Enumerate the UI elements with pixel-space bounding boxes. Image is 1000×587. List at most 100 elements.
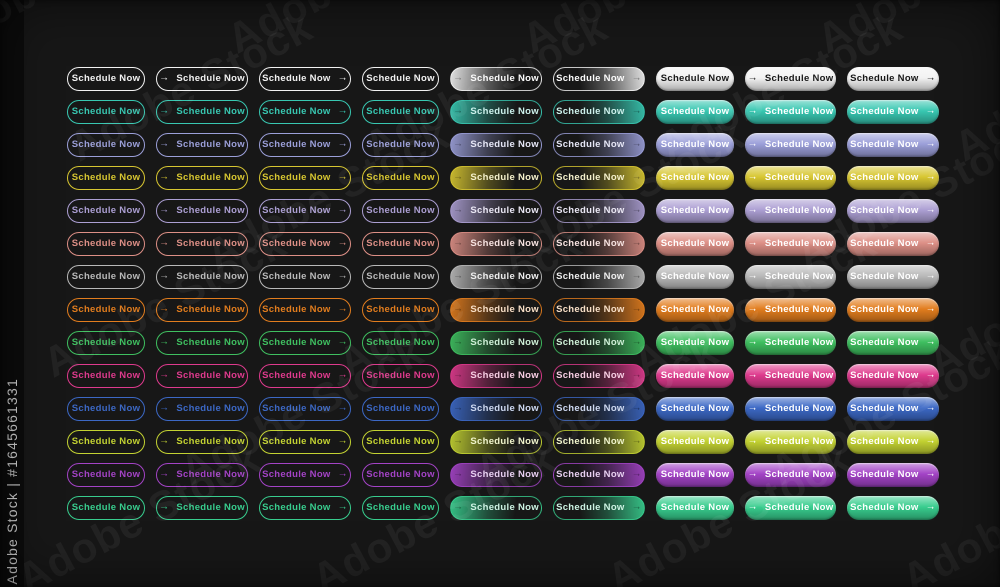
schedule-now-button-white-solid-arrow-leading[interactable]: → Schedule Now <box>745 67 836 91</box>
schedule-now-button-salmon-solid-arrow-trailing[interactable]: Schedule Now → <box>847 232 939 256</box>
schedule-now-button-periwinkle-outline-thin[interactable]: Schedule Now <box>362 133 439 157</box>
schedule-now-button-magenta-gradient-glow-leading[interactable]: → Schedule Now <box>450 364 542 388</box>
schedule-now-button-teal-solid-arrow-leading[interactable]: → Schedule Now <box>745 100 836 124</box>
schedule-now-button-orange-gradient-glow-leading[interactable]: → Schedule Now <box>450 298 542 322</box>
schedule-now-button-yellow-outline-arrow-trailing[interactable]: Schedule Now → <box>259 166 351 190</box>
schedule-now-button-green-solid[interactable]: Schedule Now <box>656 331 734 355</box>
schedule-now-button-green-outline-arrow-leading[interactable]: → Schedule Now <box>156 331 248 355</box>
schedule-now-button-violet-outline-arrow-leading[interactable]: → Schedule Now <box>156 463 248 487</box>
schedule-now-button-blue-solid-arrow-trailing[interactable]: Schedule Now → <box>847 397 939 421</box>
schedule-now-button-teal-outline-arrow-trailing[interactable]: Schedule Now → <box>259 100 351 124</box>
schedule-now-button-lime-solid-arrow-leading[interactable]: → Schedule Now <box>745 430 836 454</box>
schedule-now-button-blue-outline-thin[interactable]: Schedule Now <box>362 397 439 421</box>
schedule-now-button-magenta-outline[interactable]: Schedule Now <box>67 364 145 388</box>
schedule-now-button-white-solid-arrow-trailing[interactable]: Schedule Now → <box>847 67 939 91</box>
schedule-now-button-emerald-solid-arrow-leading[interactable]: → Schedule Now <box>745 496 836 520</box>
schedule-now-button-teal-solid[interactable]: Schedule Now <box>656 100 734 124</box>
schedule-now-button-violet-solid-arrow-trailing[interactable]: Schedule Now → <box>847 463 939 487</box>
schedule-now-button-white-solid[interactable]: Schedule Now <box>656 67 734 91</box>
schedule-now-button-magenta-gradient-glow-trailing[interactable]: Schedule Now → <box>553 364 645 388</box>
schedule-now-button-magenta-solid-arrow-leading[interactable]: → Schedule Now <box>745 364 836 388</box>
schedule-now-button-yellow-gradient-glow-trailing[interactable]: Schedule Now → <box>553 166 645 190</box>
schedule-now-button-lavender-outline-thin[interactable]: Schedule Now <box>362 199 439 223</box>
schedule-now-button-emerald-outline-thin[interactable]: Schedule Now <box>362 496 439 520</box>
schedule-now-button-silver-outline-arrow-leading[interactable]: → Schedule Now <box>156 265 248 289</box>
schedule-now-button-emerald-outline[interactable]: Schedule Now <box>67 496 145 520</box>
schedule-now-button-yellow-gradient-glow-leading[interactable]: → Schedule Now <box>450 166 542 190</box>
schedule-now-button-lavender-gradient-glow-leading[interactable]: → Schedule Now <box>450 199 542 223</box>
schedule-now-button-green-solid-arrow-leading[interactable]: → Schedule Now <box>745 331 836 355</box>
schedule-now-button-orange-solid[interactable]: Schedule Now <box>656 298 734 322</box>
schedule-now-button-periwinkle-outline[interactable]: Schedule Now <box>67 133 145 157</box>
schedule-now-button-lavender-outline-arrow-trailing[interactable]: Schedule Now → <box>259 199 351 223</box>
schedule-now-button-violet-outline-thin[interactable]: Schedule Now <box>362 463 439 487</box>
schedule-now-button-silver-solid-arrow-leading[interactable]: → Schedule Now <box>745 265 836 289</box>
schedule-now-button-lime-solid[interactable]: Schedule Now <box>656 430 734 454</box>
schedule-now-button-magenta-outline-thin[interactable]: Schedule Now <box>362 364 439 388</box>
schedule-now-button-lime-gradient-glow-trailing[interactable]: Schedule Now → <box>553 430 645 454</box>
schedule-now-button-orange-outline[interactable]: Schedule Now <box>67 298 145 322</box>
schedule-now-button-yellow-outline-thin[interactable]: Schedule Now <box>362 166 439 190</box>
schedule-now-button-white-outline[interactable]: Schedule Now <box>67 67 145 91</box>
schedule-now-button-white-gradient-glow-leading[interactable]: → Schedule Now <box>450 67 542 91</box>
schedule-now-button-green-solid-arrow-trailing[interactable]: Schedule Now → <box>847 331 939 355</box>
schedule-now-button-orange-outline-arrow-leading[interactable]: → Schedule Now <box>156 298 248 322</box>
schedule-now-button-green-gradient-glow-trailing[interactable]: Schedule Now → <box>553 331 645 355</box>
schedule-now-button-blue-outline-arrow-trailing[interactable]: Schedule Now → <box>259 397 351 421</box>
schedule-now-button-blue-outline-arrow-leading[interactable]: → Schedule Now <box>156 397 248 421</box>
schedule-now-button-silver-outline[interactable]: Schedule Now <box>67 265 145 289</box>
schedule-now-button-periwinkle-solid[interactable]: Schedule Now <box>656 133 734 157</box>
schedule-now-button-emerald-solid[interactable]: Schedule Now <box>656 496 734 520</box>
schedule-now-button-orange-gradient-glow-trailing[interactable]: Schedule Now → <box>553 298 645 322</box>
schedule-now-button-yellow-solid-arrow-leading[interactable]: → Schedule Now <box>745 166 836 190</box>
schedule-now-button-magenta-outline-arrow-trailing[interactable]: Schedule Now → <box>259 364 351 388</box>
schedule-now-button-blue-solid[interactable]: Schedule Now <box>656 397 734 421</box>
schedule-now-button-violet-gradient-glow-leading[interactable]: → Schedule Now <box>450 463 542 487</box>
schedule-now-button-salmon-outline-arrow-trailing[interactable]: Schedule Now → <box>259 232 351 256</box>
schedule-now-button-orange-outline-arrow-trailing[interactable]: Schedule Now → <box>259 298 351 322</box>
schedule-now-button-teal-gradient-glow-trailing[interactable]: Schedule Now → <box>553 100 645 124</box>
schedule-now-button-orange-outline-thin[interactable]: Schedule Now <box>362 298 439 322</box>
schedule-now-button-silver-gradient-glow-trailing[interactable]: Schedule Now → <box>553 265 645 289</box>
schedule-now-button-periwinkle-outline-arrow-trailing[interactable]: Schedule Now → <box>259 133 351 157</box>
schedule-now-button-emerald-outline-arrow-leading[interactable]: → Schedule Now <box>156 496 248 520</box>
schedule-now-button-lavender-outline-arrow-leading[interactable]: → Schedule Now <box>156 199 248 223</box>
schedule-now-button-silver-solid-arrow-trailing[interactable]: Schedule Now → <box>847 265 939 289</box>
schedule-now-button-emerald-solid-arrow-trailing[interactable]: Schedule Now → <box>847 496 939 520</box>
schedule-now-button-periwinkle-solid-arrow-trailing[interactable]: Schedule Now → <box>847 133 939 157</box>
schedule-now-button-lime-gradient-glow-leading[interactable]: → Schedule Now <box>450 430 542 454</box>
schedule-now-button-white-gradient-glow-trailing[interactable]: Schedule Now → <box>553 67 645 91</box>
schedule-now-button-green-outline[interactable]: Schedule Now <box>67 331 145 355</box>
schedule-now-button-teal-gradient-glow-leading[interactable]: → Schedule Now <box>450 100 542 124</box>
schedule-now-button-teal-solid-arrow-trailing[interactable]: Schedule Now → <box>847 100 939 124</box>
schedule-now-button-yellow-outline[interactable]: Schedule Now <box>67 166 145 190</box>
schedule-now-button-silver-outline-thin[interactable]: Schedule Now <box>362 265 439 289</box>
schedule-now-button-emerald-gradient-glow-trailing[interactable]: Schedule Now → <box>553 496 645 520</box>
schedule-now-button-emerald-outline-arrow-trailing[interactable]: Schedule Now → <box>259 496 351 520</box>
schedule-now-button-blue-outline[interactable]: Schedule Now <box>67 397 145 421</box>
schedule-now-button-teal-outline-thin[interactable]: Schedule Now <box>362 100 439 124</box>
schedule-now-button-periwinkle-outline-arrow-leading[interactable]: → Schedule Now <box>156 133 248 157</box>
schedule-now-button-salmon-solid-arrow-leading[interactable]: → Schedule Now <box>745 232 836 256</box>
schedule-now-button-lime-outline[interactable]: Schedule Now <box>67 430 145 454</box>
schedule-now-button-lavender-gradient-glow-trailing[interactable]: Schedule Now → <box>553 199 645 223</box>
schedule-now-button-silver-solid[interactable]: Schedule Now <box>656 265 734 289</box>
schedule-now-button-salmon-gradient-glow-leading[interactable]: → Schedule Now <box>450 232 542 256</box>
schedule-now-button-magenta-outline-arrow-leading[interactable]: → Schedule Now <box>156 364 248 388</box>
schedule-now-button-lime-outline-thin[interactable]: Schedule Now <box>362 430 439 454</box>
schedule-now-button-white-outline-thin[interactable]: Schedule Now <box>362 67 439 91</box>
schedule-now-button-violet-outline[interactable]: Schedule Now <box>67 463 145 487</box>
schedule-now-button-green-gradient-glow-leading[interactable]: → Schedule Now <box>450 331 542 355</box>
schedule-now-button-periwinkle-solid-arrow-leading[interactable]: → Schedule Now <box>745 133 836 157</box>
schedule-now-button-lime-solid-arrow-trailing[interactable]: Schedule Now → <box>847 430 939 454</box>
schedule-now-button-magenta-solid-arrow-trailing[interactable]: Schedule Now → <box>847 364 939 388</box>
schedule-now-button-salmon-gradient-glow-trailing[interactable]: Schedule Now → <box>553 232 645 256</box>
schedule-now-button-blue-gradient-glow-leading[interactable]: → Schedule Now <box>450 397 542 421</box>
schedule-now-button-lime-outline-arrow-trailing[interactable]: Schedule Now → <box>259 430 351 454</box>
schedule-now-button-violet-solid[interactable]: Schedule Now <box>656 463 734 487</box>
schedule-now-button-green-outline-arrow-trailing[interactable]: Schedule Now → <box>259 331 351 355</box>
schedule-now-button-orange-solid-arrow-leading[interactable]: → Schedule Now <box>745 298 836 322</box>
schedule-now-button-teal-outline[interactable]: Schedule Now <box>67 100 145 124</box>
schedule-now-button-silver-outline-arrow-trailing[interactable]: Schedule Now → <box>259 265 351 289</box>
schedule-now-button-violet-outline-arrow-trailing[interactable]: Schedule Now → <box>259 463 351 487</box>
